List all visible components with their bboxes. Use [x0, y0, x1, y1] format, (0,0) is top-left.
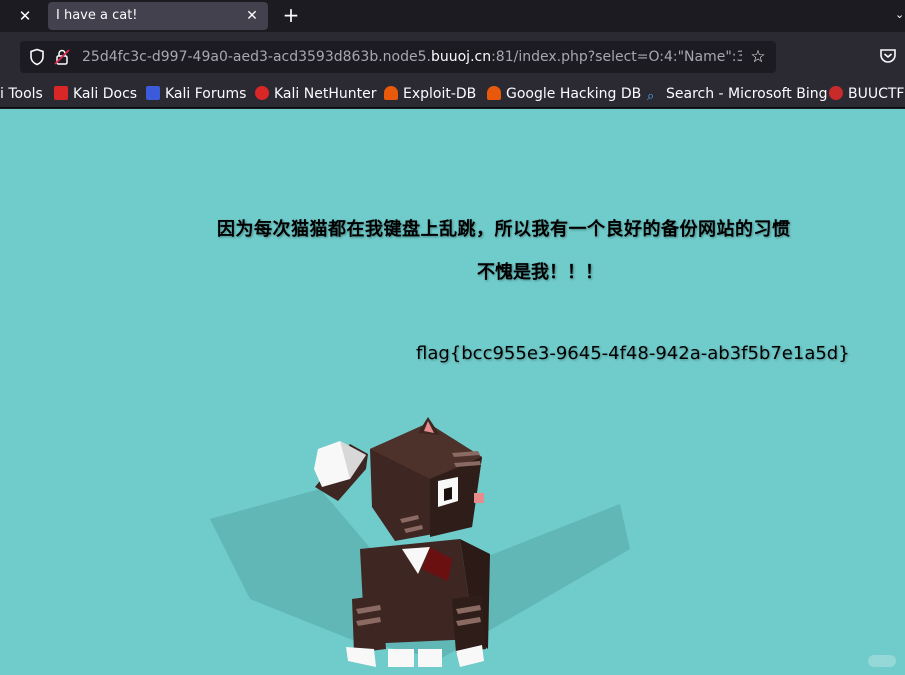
new-tab-button[interactable]: + [280, 4, 302, 26]
web-page: 因为每次猫猫都在我键盘上乱跳，所以我有一个良好的备份网站的习惯 不愧是我！！！ … [0, 109, 905, 675]
search-icon: ⌕ [647, 89, 655, 104]
bookmark-kali-docs[interactable]: Kali Docs [54, 80, 138, 107]
url-host: buuoj.cn [430, 49, 492, 65]
kali-nethunter-icon [255, 86, 269, 100]
tab-strip: ✕ I have a cat! ✕ + ⌄ [0, 0, 905, 32]
bookmark-label: Kali NetHunter [274, 86, 377, 102]
bookmark-label: Search - Microsoft Bing [666, 86, 828, 102]
tab-close-icon[interactable]: ✕ [242, 6, 262, 26]
bookmark-label: Kali Docs [73, 86, 138, 102]
flag-text: flag{bcc955e3-9645-4f48-942a-ab3f5b7e1a5… [416, 343, 850, 364]
intro-text: 因为每次猫猫都在我键盘上乱跳，所以我有一个良好的备份网站的习惯 [217, 219, 791, 240]
insecure-lock-icon[interactable] [53, 48, 71, 66]
pocket-icon[interactable] [878, 46, 898, 66]
url-suffix: :81/index.php?select=O:4:"Name":3:{ [491, 49, 742, 65]
cat-paw-1 [346, 647, 376, 667]
exploit-db-icon [384, 86, 398, 100]
kali-forums-icon [146, 86, 160, 100]
buuctf-icon [829, 86, 843, 100]
nav-bar: 25d4fc3c-d997-49a0-aed3-acd3593d863b.nod… [0, 32, 905, 80]
bookmark-label: Kali Forums [165, 86, 247, 102]
bookmark-buuctf[interactable]: BUUCTF [829, 80, 905, 107]
url-text[interactable]: 25d4fc3c-d997-49a0-aed3-acd3593d863b.nod… [82, 41, 742, 73]
bookmark-exploit-db[interactable]: Exploit-DB [384, 80, 477, 107]
bookmark-label: BUUCTF [848, 86, 905, 102]
bookmarks-bar: i Tools Kali Docs Kali Forums Kali NetHu… [0, 80, 905, 108]
kali-docs-icon [54, 86, 68, 100]
tab-title: I have a cat! [56, 8, 138, 23]
url-prefix: 25d4fc3c-d997-49a0-aed3-acd3593d863b.nod… [82, 49, 431, 65]
ghdb-icon [487, 86, 501, 100]
bookmark-label: Exploit-DB [403, 86, 477, 102]
bookmark-label: Google Hacking DB [506, 86, 642, 102]
tab-active[interactable]: I have a cat! ✕ [48, 2, 268, 30]
cat-nose [474, 493, 484, 503]
cat-paw-2 [388, 649, 414, 667]
cat-3d-model [210, 417, 630, 667]
bookmark-kali-forums[interactable]: Kali Forums [146, 80, 247, 107]
tracking-shield-icon[interactable] [28, 48, 46, 66]
bookmark-kali-nethunter[interactable]: Kali NetHunter [255, 80, 377, 107]
watermark-badge [868, 655, 896, 667]
address-bar[interactable]: 25d4fc3c-d997-49a0-aed3-acd3593d863b.nod… [20, 41, 776, 73]
close-icon[interactable]: ✕ [14, 5, 36, 27]
boast-text: 不愧是我！！！ [477, 262, 603, 283]
bookmark-label: i Tools [0, 86, 43, 102]
bookmark-kali-tools[interactable]: i Tools [0, 80, 43, 107]
cat-paw-3 [418, 649, 442, 667]
bookmark-google-hacking-db[interactable]: Google Hacking DB [487, 80, 642, 107]
tab-list-chevron-icon[interactable]: ⌄ [895, 4, 905, 26]
bookmark-bing-search[interactable]: ⌕ Search - Microsoft Bing [647, 80, 828, 107]
bookmark-star-icon[interactable]: ☆ [748, 47, 768, 67]
